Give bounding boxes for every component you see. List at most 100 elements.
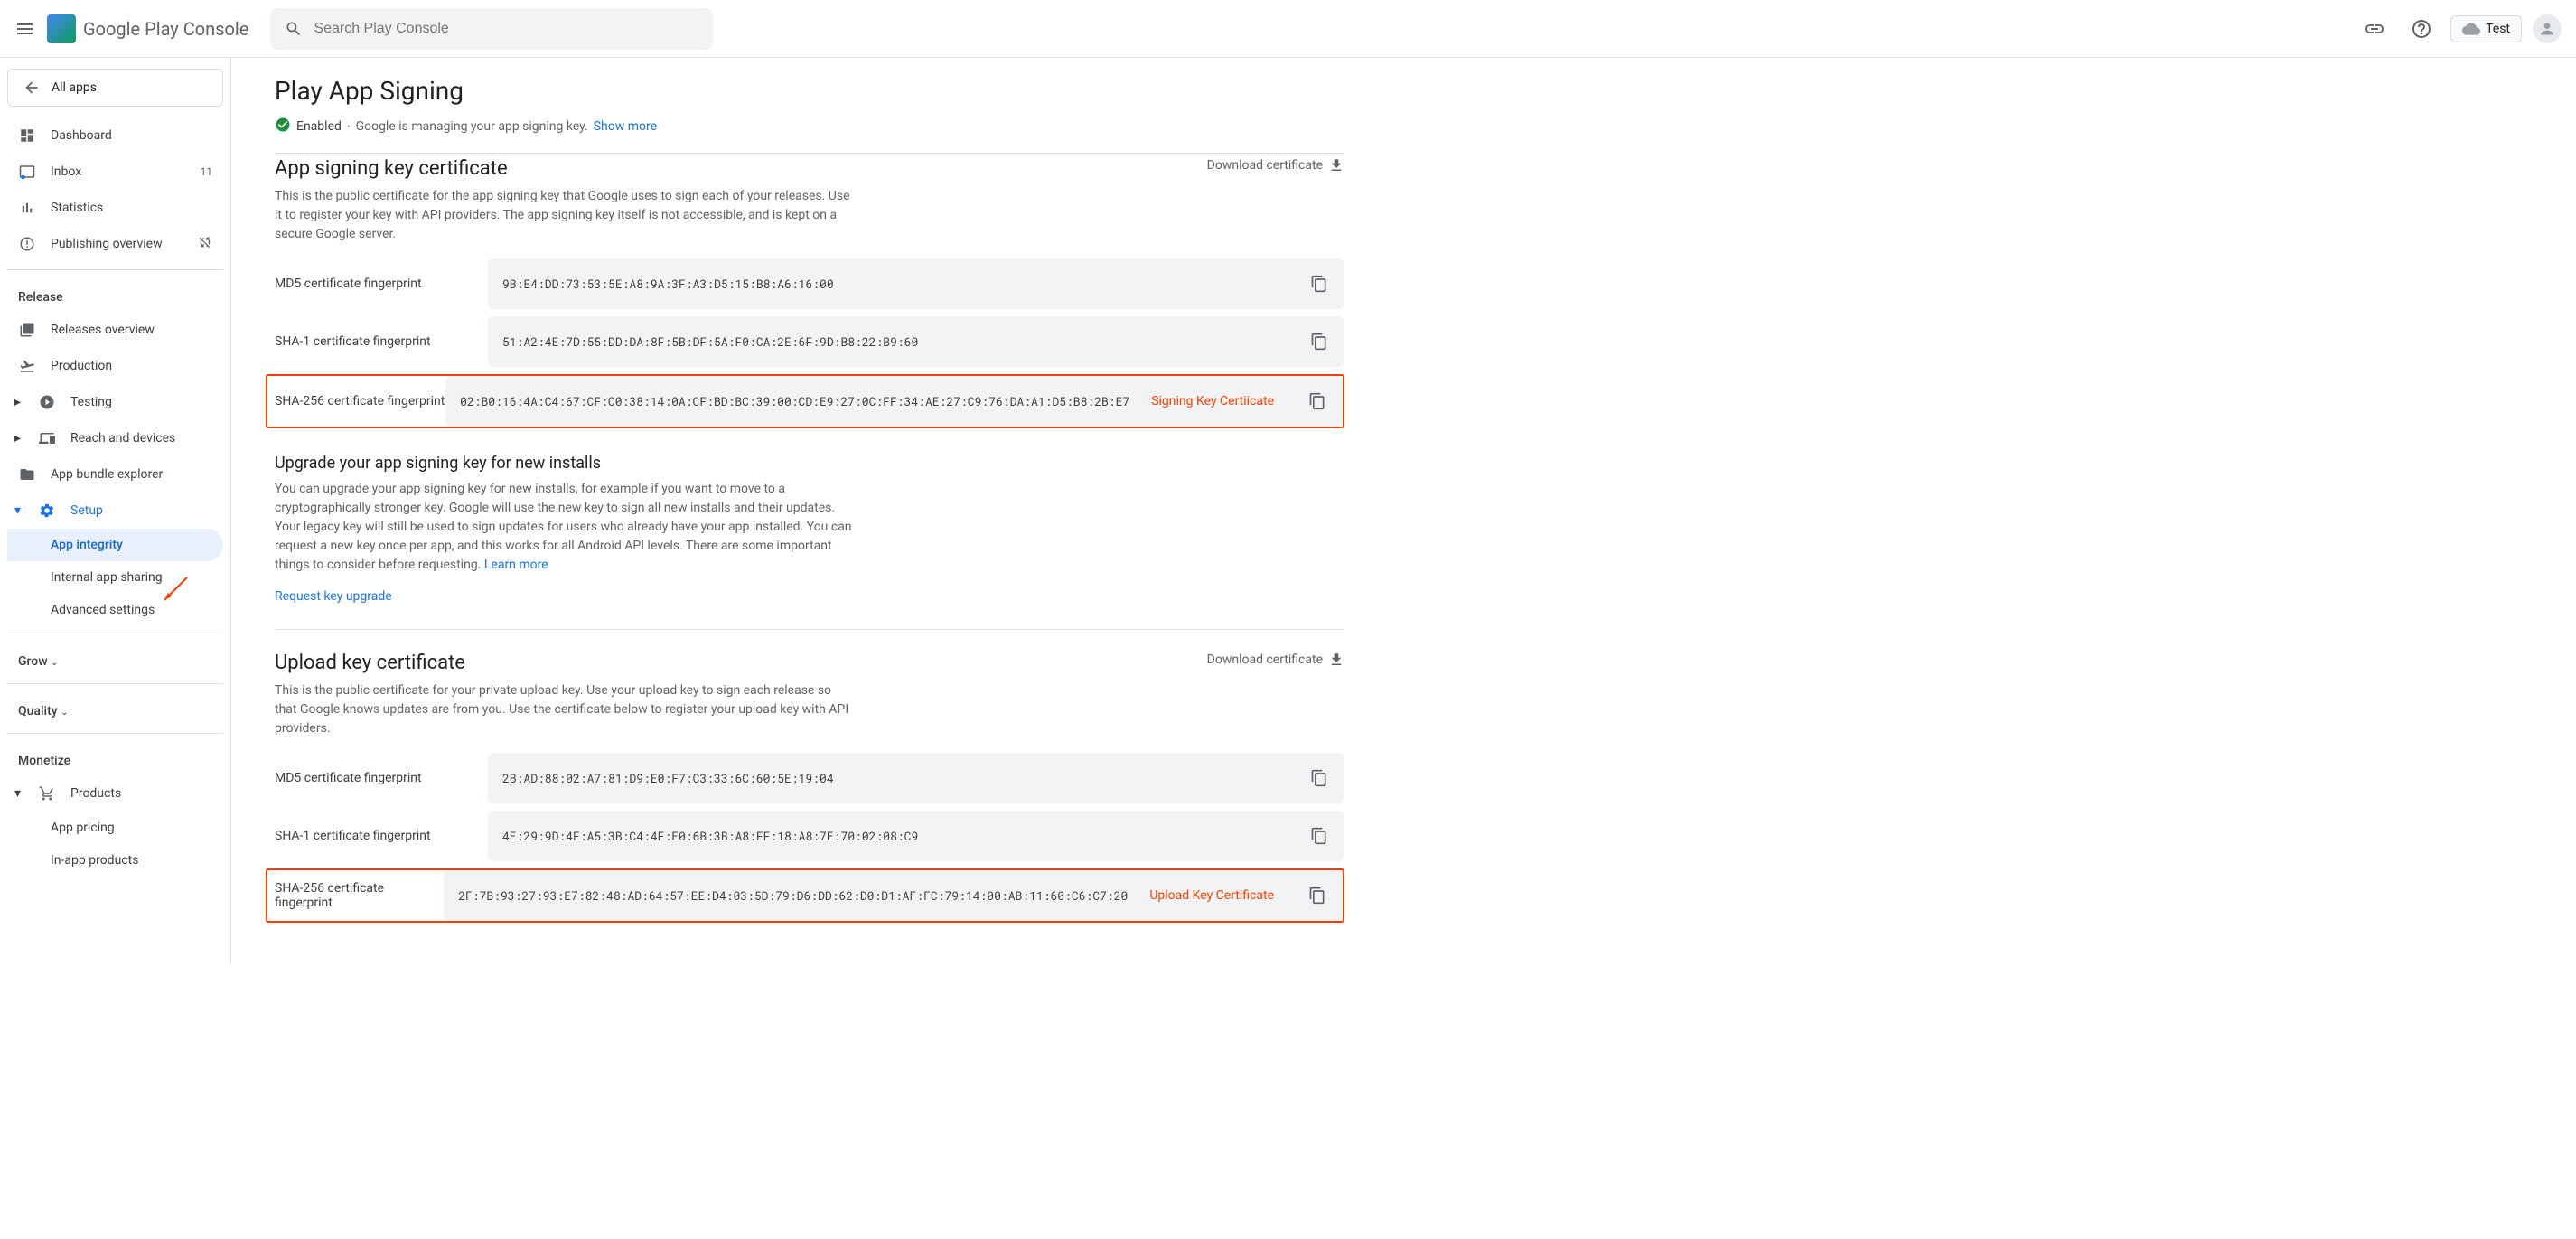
upload-sha1-row: SHA-1 certificate fingerprint 4E:29:9D:4… (275, 811, 1344, 861)
sidebar-item-label: Testing (70, 395, 112, 409)
devices-icon (38, 429, 56, 447)
cloud-icon (2462, 23, 2480, 35)
help-icon[interactable] (2403, 11, 2440, 47)
sidebar-item-label: App integrity (51, 538, 123, 552)
testing-icon (38, 393, 56, 411)
publishing-icon (18, 235, 36, 253)
sidebar-item-label: Production (51, 359, 112, 373)
md5-value: 9B:E4:DD:73:53:5E:A8:9A:3F:A3:D5:15:B8:A… (502, 276, 1297, 292)
sidebar: All apps Dashboard Inbox 11 Statistics P… (0, 58, 231, 964)
sidebar-item-statistics[interactable]: Statistics (7, 190, 223, 226)
sidebar-item-dashboard[interactable]: Dashboard (7, 117, 223, 154)
sidebar-item-reach[interactable]: ▸ Reach and devices (7, 420, 223, 456)
search-input[interactable] (314, 21, 698, 37)
gear-icon (38, 502, 56, 520)
download-upload-cert[interactable]: Download certificate (1207, 652, 1344, 668)
upload-desc: This is the public certificate for your … (275, 681, 853, 738)
sha256-value: 2F:7B:93:27:93:E7:82:48:AD:64:57:EE:D4:0… (458, 887, 1128, 904)
link-icon[interactable] (2356, 11, 2393, 47)
sidebar-section-grow[interactable]: Grow ⌄ (7, 642, 223, 676)
check-icon (275, 117, 291, 136)
upload-title: Upload key certificate (275, 652, 465, 674)
sidebar-section-monetize: Monetize (7, 741, 223, 775)
learn-more-link[interactable]: Learn more (484, 558, 548, 572)
sidebar-item-label: Dashboard (51, 128, 112, 143)
sync-off-icon (198, 235, 212, 253)
sidebar-item-label: Setup (70, 503, 103, 518)
production-icon (18, 357, 36, 375)
sidebar-item-label: Statistics (51, 201, 103, 215)
download-signing-cert[interactable]: Download certificate (1207, 157, 1344, 174)
upload-md5-row: MD5 certificate fingerprint 2B:AD:88:02:… (275, 753, 1344, 803)
copy-button[interactable] (1307, 885, 1328, 906)
sha256-label: SHA-256 certificate fingerprint (275, 881, 444, 910)
status-row: Enabled · Google is managing your app si… (275, 117, 1344, 154)
sidebar-item-label: Products (70, 786, 121, 801)
menu-icon[interactable] (14, 18, 36, 40)
cart-icon (38, 784, 56, 803)
sha1-value: 4E:29:9D:4F:A5:3B:C4:4F:E0:6B:3B:A8:FF:1… (502, 828, 1297, 844)
copy-button[interactable] (1308, 273, 1330, 295)
cloud-label: Test (2486, 22, 2510, 36)
chevron-down-icon: ⌄ (51, 658, 58, 668)
all-apps-button[interactable]: All apps (7, 69, 223, 107)
arrow-back-icon (23, 79, 41, 97)
sha1-value: 51:A2:4E:7D:55:DD:DA:8F:5B:DF:5A:F0:CA:2… (502, 333, 1297, 350)
copy-button[interactable] (1308, 331, 1330, 352)
sidebar-item-production[interactable]: Production (7, 348, 223, 384)
md5-value: 2B:AD:88:02:A7:81:D9:E0:F7:C3:33:6C:60:5… (502, 770, 1297, 786)
request-upgrade-link[interactable]: Request key upgrade (275, 589, 392, 604)
signing-sha1-row: SHA-1 certificate fingerprint 51:A2:4E:7… (275, 316, 1344, 367)
copy-button[interactable] (1308, 825, 1330, 847)
upgrade-title: Upgrade your app signing key for new ins… (275, 454, 1344, 473)
download-icon (1328, 157, 1344, 174)
cloud-badge[interactable]: Test (2450, 15, 2522, 42)
signing-md5-row: MD5 certificate fingerprint 9B:E4:DD:73:… (275, 258, 1344, 309)
caret-down-icon: ▾ (14, 503, 23, 518)
sidebar-item-label: App bundle explorer (51, 467, 163, 482)
managing-text: Google is managing your app signing key. (356, 119, 588, 134)
bundle-icon (18, 465, 36, 483)
sidebar-item-app-pricing[interactable]: App pricing (7, 812, 223, 844)
sidebar-item-label: Advanced settings (51, 603, 155, 617)
sidebar-item-publishing[interactable]: Publishing overview (7, 226, 223, 262)
sha256-value: 02:B0:16:4A:C4:67:CF:C0:38:14:0A:CF:BD:B… (460, 393, 1129, 409)
main-content: Play App Signing Enabled · Google is man… (231, 58, 1388, 964)
sidebar-item-inbox[interactable]: Inbox 11 (7, 154, 223, 190)
sidebar-item-bundle[interactable]: App bundle explorer (7, 456, 223, 493)
signing-annotation: Signing Key Certiicate (1151, 394, 1274, 408)
sha256-label: SHA-256 certificate fingerprint (275, 394, 445, 408)
sidebar-item-label: Publishing overview (51, 237, 163, 251)
copy-button[interactable] (1307, 390, 1328, 412)
page-title: Play App Signing (275, 76, 1344, 106)
sidebar-item-products[interactable]: ▾ Products (7, 775, 223, 812)
signing-section: App signing key certificate Download cer… (275, 157, 1344, 630)
logo[interactable]: Google Play Console (47, 14, 248, 43)
sidebar-item-testing[interactable]: ▸ Testing (7, 384, 223, 420)
show-more-link[interactable]: Show more (594, 119, 657, 134)
avatar[interactable] (2533, 14, 2562, 43)
releases-icon (18, 321, 36, 339)
stats-icon (18, 199, 36, 217)
signing-sha256-highlight: SHA-256 certificate fingerprint 02:B0:16… (266, 374, 1344, 428)
signing-desc: This is the public certificate for the a… (275, 187, 853, 244)
sidebar-item-releases-overview[interactable]: Releases overview (7, 312, 223, 348)
sidebar-section-release: Release (7, 277, 223, 312)
header-actions: Test (2356, 11, 2562, 47)
sha1-label: SHA-1 certificate fingerprint (275, 829, 488, 843)
sidebar-item-inapp-products[interactable]: In-app products (7, 844, 223, 877)
all-apps-label: All apps (52, 80, 97, 95)
copy-button[interactable] (1308, 767, 1330, 789)
sidebar-item-app-integrity[interactable]: App integrity (7, 529, 223, 561)
annotation-arrow-icon (155, 573, 192, 609)
sidebar-item-setup[interactable]: ▾ Setup (7, 493, 223, 529)
dashboard-icon (18, 127, 36, 145)
sidebar-section-quality[interactable]: Quality ⌄ (7, 691, 223, 726)
download-icon (1328, 652, 1344, 668)
signing-title: App signing key certificate (275, 157, 508, 180)
inbox-icon (18, 163, 36, 181)
md5-label: MD5 certificate fingerprint (275, 771, 488, 785)
sidebar-item-label: Internal app sharing (51, 570, 163, 585)
search-box[interactable] (270, 8, 713, 50)
sidebar-item-label: Reach and devices (70, 431, 175, 446)
